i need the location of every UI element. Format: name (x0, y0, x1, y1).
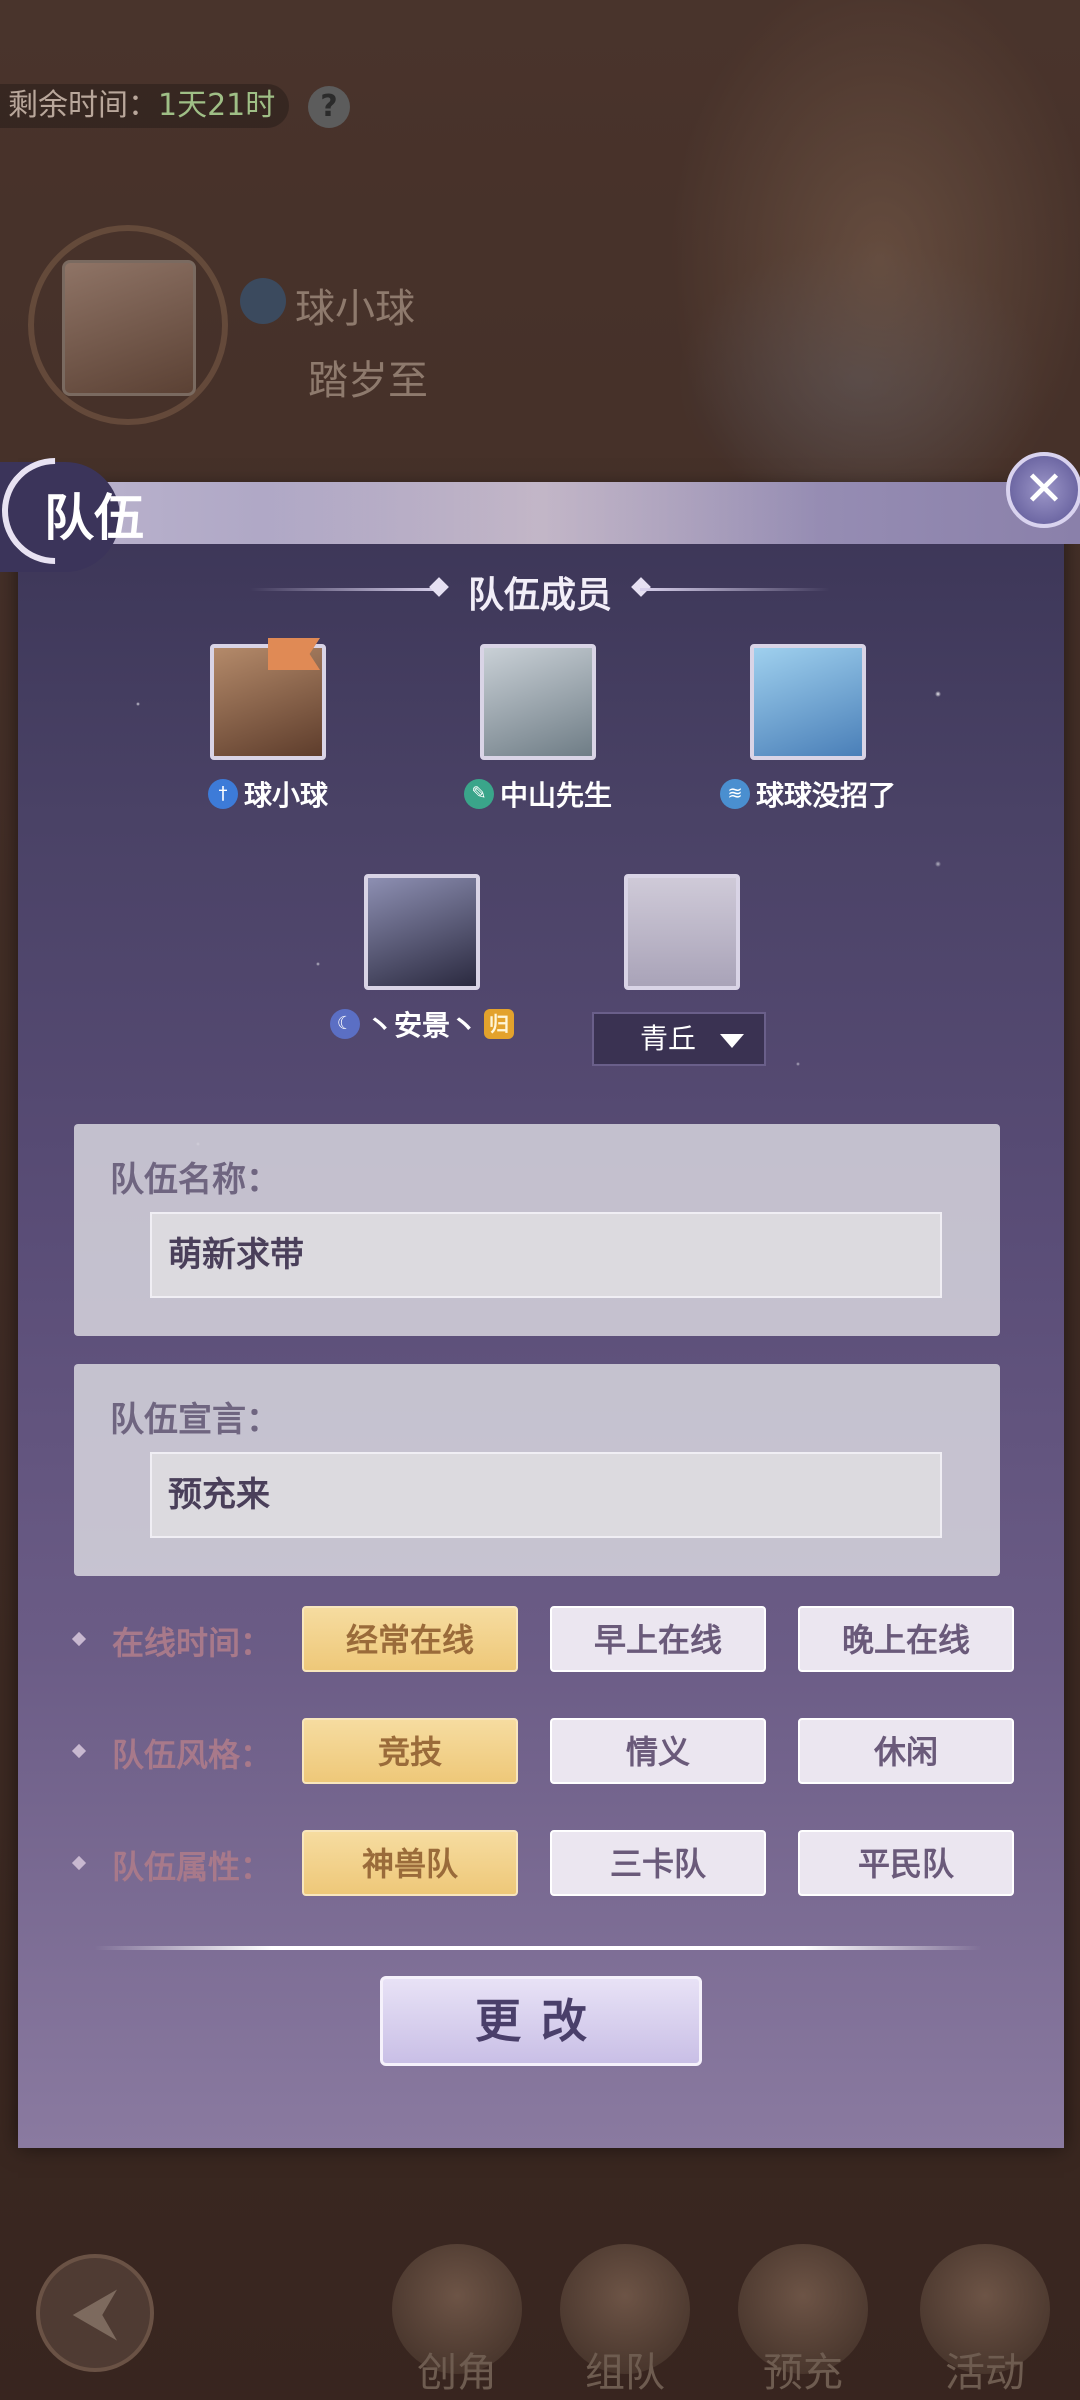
member-portrait[interactable] (750, 644, 866, 760)
remaining-time-label: 剩余时间： (8, 88, 158, 123)
team-attribute-option-2[interactable]: 三卡队 (550, 1830, 766, 1896)
team-style-option-1[interactable]: 竞技 (302, 1718, 518, 1784)
moon-class-icon: ☾ (329, 1009, 360, 1039)
panel-header-sheen (260, 482, 820, 544)
section-title-members: 队伍成员 (467, 575, 612, 616)
nav-label: 活动 (945, 2350, 1025, 2396)
member-slot-1[interactable]: † 球小球 (158, 638, 378, 814)
avatar (62, 260, 196, 396)
scroll-divider (94, 1946, 982, 1950)
member-name-row: ≋ 球球没招了 (698, 774, 918, 814)
close-icon[interactable]: ✕ (1006, 452, 1080, 528)
team-attribute-option-1[interactable]: 神兽队 (302, 1830, 518, 1896)
profile-server: 踏岁至 (308, 358, 428, 404)
member-name: 中山先生 (499, 779, 612, 812)
team-style-option-3[interactable]: 休闲 (798, 1718, 1014, 1784)
nav-label: 组队 (585, 2350, 665, 2396)
profile-name: 球小球 (295, 286, 415, 332)
member-name: 球球没招了 (755, 779, 896, 812)
member-portrait[interactable] (364, 874, 480, 990)
class-icon (240, 278, 286, 324)
modify-button[interactable]: 更改 (380, 1976, 702, 2066)
swirl-class-icon: ≋ (719, 779, 750, 809)
nav-create-role[interactable]: 创角 (382, 2244, 532, 2396)
chevron-down-icon (720, 1034, 744, 1048)
member-slot-3[interactable]: ≋ 球球没招了 (698, 644, 918, 814)
member-name: 球小球 (243, 779, 328, 812)
team-name-input[interactable]: 萌新求带 (150, 1212, 942, 1298)
team-attribute-label: 队伍属性： (112, 1848, 273, 1886)
member-slot-4[interactable]: ☾ 丶安景丶 归 (312, 874, 532, 1044)
nav-activity[interactable]: 活动 (910, 2244, 1060, 2396)
remaining-time-value: 1天21时 (158, 88, 276, 123)
return-badge: 归 (484, 1009, 514, 1039)
member-name-row: † 球小球 (158, 774, 378, 814)
help-icon[interactable]: ? (308, 86, 350, 128)
online-time-label: 在线时间： (112, 1624, 273, 1662)
server-select[interactable]: 青丘 (592, 1012, 766, 1066)
member-name: 丶安景丶 (365, 1009, 478, 1042)
nav-label: 预充 (763, 2350, 843, 2396)
brush-class-icon: ✎ (463, 779, 494, 809)
section-divider-right (640, 588, 830, 591)
team-name-label: 队伍名称： (110, 1160, 280, 1200)
online-time-option-2[interactable]: 早上在线 (550, 1606, 766, 1672)
empty-slot-silhouette-icon[interactable] (624, 874, 740, 990)
team-style-label: 队伍风格： (112, 1736, 273, 1774)
member-slot-empty[interactable] (572, 874, 792, 990)
server-select-value: 青丘 (640, 1022, 697, 1055)
team-declaration-label: 队伍宣言： (110, 1400, 280, 1440)
back-arrow-icon[interactable]: ⮜ (36, 2254, 154, 2372)
sword-class-icon: † (207, 779, 238, 809)
online-time-option-1[interactable]: 经常在线 (302, 1606, 518, 1672)
team-style-option-2[interactable]: 情义 (550, 1718, 766, 1784)
nav-label: 创角 (417, 2350, 497, 2396)
team-attribute-option-3[interactable]: 平民队 (798, 1830, 1014, 1896)
team-declaration-input[interactable]: 预充来 (150, 1452, 942, 1538)
online-time-option-3[interactable]: 晚上在线 (798, 1606, 1014, 1672)
nav-team[interactable]: 组队 (550, 2244, 700, 2396)
member-name-row: ☾ 丶安景丶 归 (312, 1004, 532, 1044)
nav-precharge[interactable]: 预充 (728, 2244, 878, 2396)
member-portrait[interactable] (480, 644, 596, 760)
member-name-row: ✎ 中山先生 (428, 774, 648, 814)
remaining-time: 剩余时间： 1天21时 (0, 84, 290, 128)
member-slot-2[interactable]: ✎ 中山先生 (428, 644, 648, 814)
panel-title: 队伍 (44, 489, 144, 547)
